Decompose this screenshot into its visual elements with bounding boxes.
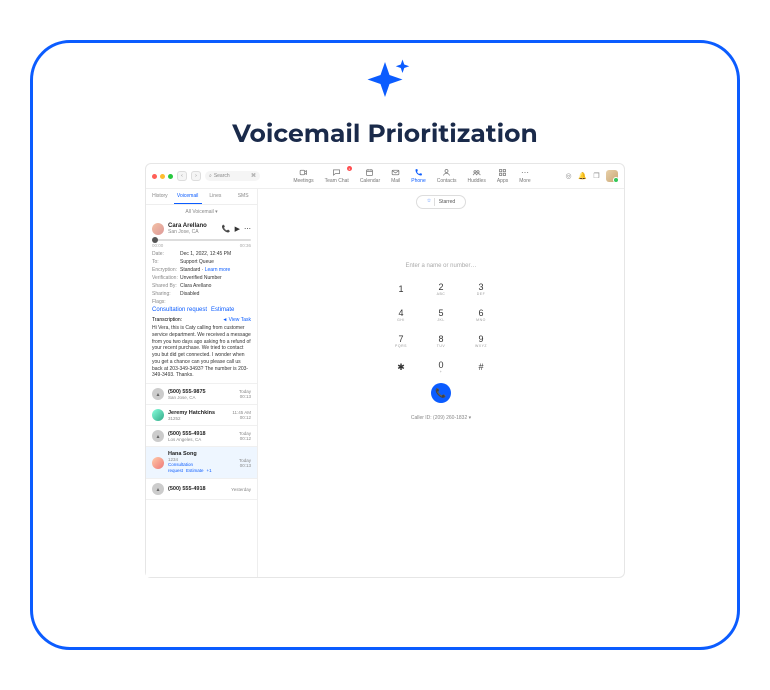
- row-flag[interactable]: +1: [207, 468, 212, 473]
- nav-calendar[interactable]: Calendar: [360, 168, 380, 184]
- row-time: Today: [239, 458, 251, 463]
- kbd-icon: ⌘: [251, 173, 256, 179]
- nav-contacts[interactable]: Contacts: [437, 168, 457, 184]
- row-avatar-icon: ▴: [152, 483, 164, 495]
- key-9[interactable]: 9WXYZ: [468, 331, 494, 351]
- star-icon: ☆: [427, 198, 435, 206]
- tab-sms[interactable]: SMS: [229, 189, 257, 204]
- nav-huddles[interactable]: Huddles: [467, 168, 485, 184]
- dialpad: 1 2ABC 3DEF 4GHI 5JKL 6MNO 7PQRS 8TUV 9W…: [388, 279, 494, 377]
- key-4[interactable]: 4GHI: [388, 305, 414, 325]
- tab-lines[interactable]: Lines: [202, 189, 230, 204]
- titlebar: ‹ › ⌕ Search ⌘ Meetings 1Team Chat Calen…: [146, 164, 624, 189]
- maximize-icon[interactable]: [168, 174, 173, 179]
- row-time: Yesterday: [231, 487, 251, 492]
- search-input[interactable]: ⌕ Search ⌘: [205, 171, 260, 181]
- key-2[interactable]: 2ABC: [428, 279, 454, 299]
- phone-subtabs: History Voicemail Lines SMS: [146, 189, 257, 205]
- key-star[interactable]: ✱: [388, 357, 414, 377]
- key-1[interactable]: 1: [388, 279, 414, 299]
- forward-button[interactable]: ›: [191, 171, 201, 181]
- key-8[interactable]: 8TUV: [428, 331, 454, 351]
- nav-meetings[interactable]: Meetings: [293, 168, 313, 184]
- bell-icon[interactable]: 🔔: [578, 172, 587, 181]
- key-3[interactable]: 3DEF: [468, 279, 494, 299]
- learn-more-link[interactable]: Learn more: [205, 267, 231, 273]
- row-duration: 00:13: [239, 394, 251, 399]
- dial-input[interactable]: Enter a name or number…: [405, 263, 476, 269]
- play-icon[interactable]: ▶: [235, 225, 240, 233]
- row-duration: 00:13: [239, 463, 251, 468]
- flag-consultation[interactable]: Consultation request: [152, 307, 207, 313]
- row-duration: 00:12: [239, 436, 251, 441]
- view-task-link[interactable]: ◄ View Task: [222, 317, 251, 323]
- more-icon[interactable]: ⋯: [244, 225, 251, 233]
- row-avatar-icon: [152, 457, 164, 469]
- nav-more[interactable]: ⋯More: [519, 168, 530, 184]
- settings-icon[interactable]: ❐: [592, 172, 601, 181]
- contact-avatar: [152, 223, 164, 235]
- avatar[interactable]: [606, 170, 618, 182]
- page-title: Voicemail Prioritization: [33, 119, 737, 149]
- caller-id-select[interactable]: Caller ID: (209) 260-1832 ▾: [411, 415, 471, 421]
- flag-estimate[interactable]: Estimate: [211, 307, 234, 313]
- sparkle-icon: [355, 57, 415, 117]
- close-icon[interactable]: [152, 174, 157, 179]
- row-sub: 31252: [168, 416, 228, 421]
- back-button[interactable]: ‹: [177, 171, 187, 181]
- row-avatar-icon: ▴: [152, 388, 164, 400]
- transcription-body: Hi Vera, this is Caty calling from custo…: [152, 325, 251, 379]
- key-6[interactable]: 6MNO: [468, 305, 494, 325]
- nav-mail[interactable]: Mail: [391, 168, 400, 184]
- main-nav: Meetings 1Team Chat Calendar Mail Phone …: [264, 168, 560, 184]
- voicemail-card-expanded[interactable]: Cara Arellano San Jose, CA 📞 ▶ ⋯ 00:0000…: [146, 219, 257, 384]
- key-5[interactable]: 5JKL: [428, 305, 454, 325]
- window-controls[interactable]: [152, 174, 173, 179]
- key-7[interactable]: 7PQRS: [388, 331, 414, 351]
- voicemail-meta: Date:Dec 1, 2022, 12:45 PM To:Support Qu…: [152, 251, 251, 305]
- contact-location: San Jose, CA: [168, 229, 207, 235]
- chat-badge: 1: [347, 166, 352, 171]
- starred-label: Starred: [439, 199, 455, 205]
- voicemail-row[interactable]: ▴(500) 555-4918Los Angeles, CAToday00:12: [146, 426, 257, 447]
- row-name: (500) 555-4918: [168, 486, 227, 492]
- voicemail-list: Cara Arellano San Jose, CA 📞 ▶ ⋯ 00:0000…: [146, 219, 257, 577]
- tab-voicemail[interactable]: Voicemail: [174, 189, 202, 204]
- row-avatar-icon: [152, 409, 164, 421]
- focus-icon[interactable]: ◎: [564, 172, 573, 181]
- row-sub: Los Angeles, CA: [168, 437, 235, 442]
- search-placeholder: Search: [214, 173, 230, 179]
- voicemail-row[interactable]: Jeremy Hatchkins3125211:45 AM00:12: [146, 405, 257, 426]
- titlebar-right: ◎ 🔔 ❐: [564, 170, 618, 182]
- voicemail-row[interactable]: ▴ (500) 555-4918 Yesterday: [146, 479, 257, 500]
- transcription-label: Transcription:: [152, 317, 182, 323]
- key-hash[interactable]: #: [468, 357, 494, 377]
- nav-phone[interactable]: Phone: [411, 168, 425, 184]
- call-button[interactable]: 📞: [431, 383, 451, 403]
- playback-slider[interactable]: [152, 239, 251, 241]
- voicemail-row[interactable]: Hana Song1234Consultation requestEstimat…: [146, 447, 257, 479]
- row-avatar-icon: ▴: [152, 430, 164, 442]
- time-start: 00:00: [152, 243, 163, 248]
- row-duration: 00:12: [232, 415, 251, 420]
- main-panel: ☆ Starred Enter a name or number… 1 2ABC…: [258, 189, 624, 577]
- call-icon[interactable]: 📞: [222, 225, 231, 233]
- row-flag[interactable]: Estimate: [186, 468, 204, 473]
- tab-history[interactable]: History: [146, 189, 174, 204]
- sidebar: History Voicemail Lines SMS All Voicemai…: [146, 189, 258, 577]
- app-window: ‹ › ⌕ Search ⌘ Meetings 1Team Chat Calen…: [145, 163, 625, 578]
- row-sub: San Jose, CA: [168, 395, 235, 400]
- nav-apps[interactable]: Apps: [497, 168, 508, 184]
- nav-team-chat[interactable]: 1Team Chat: [325, 168, 349, 184]
- voicemail-filter[interactable]: All Voicemail ▾: [146, 205, 257, 219]
- time-end: 00:36: [240, 243, 251, 248]
- minimize-icon[interactable]: [160, 174, 165, 179]
- feature-card: Voicemail Prioritization ‹ › ⌕ Search ⌘ …: [30, 40, 740, 650]
- search-icon: ⌕: [209, 173, 212, 179]
- starred-pill[interactable]: ☆ Starred: [416, 195, 466, 209]
- key-0[interactable]: 0+: [428, 357, 454, 377]
- voicemail-row[interactable]: ▴(500) 555-9875San Jose, CAToday00:13: [146, 384, 257, 405]
- app-body: History Voicemail Lines SMS All Voicemai…: [146, 189, 624, 577]
